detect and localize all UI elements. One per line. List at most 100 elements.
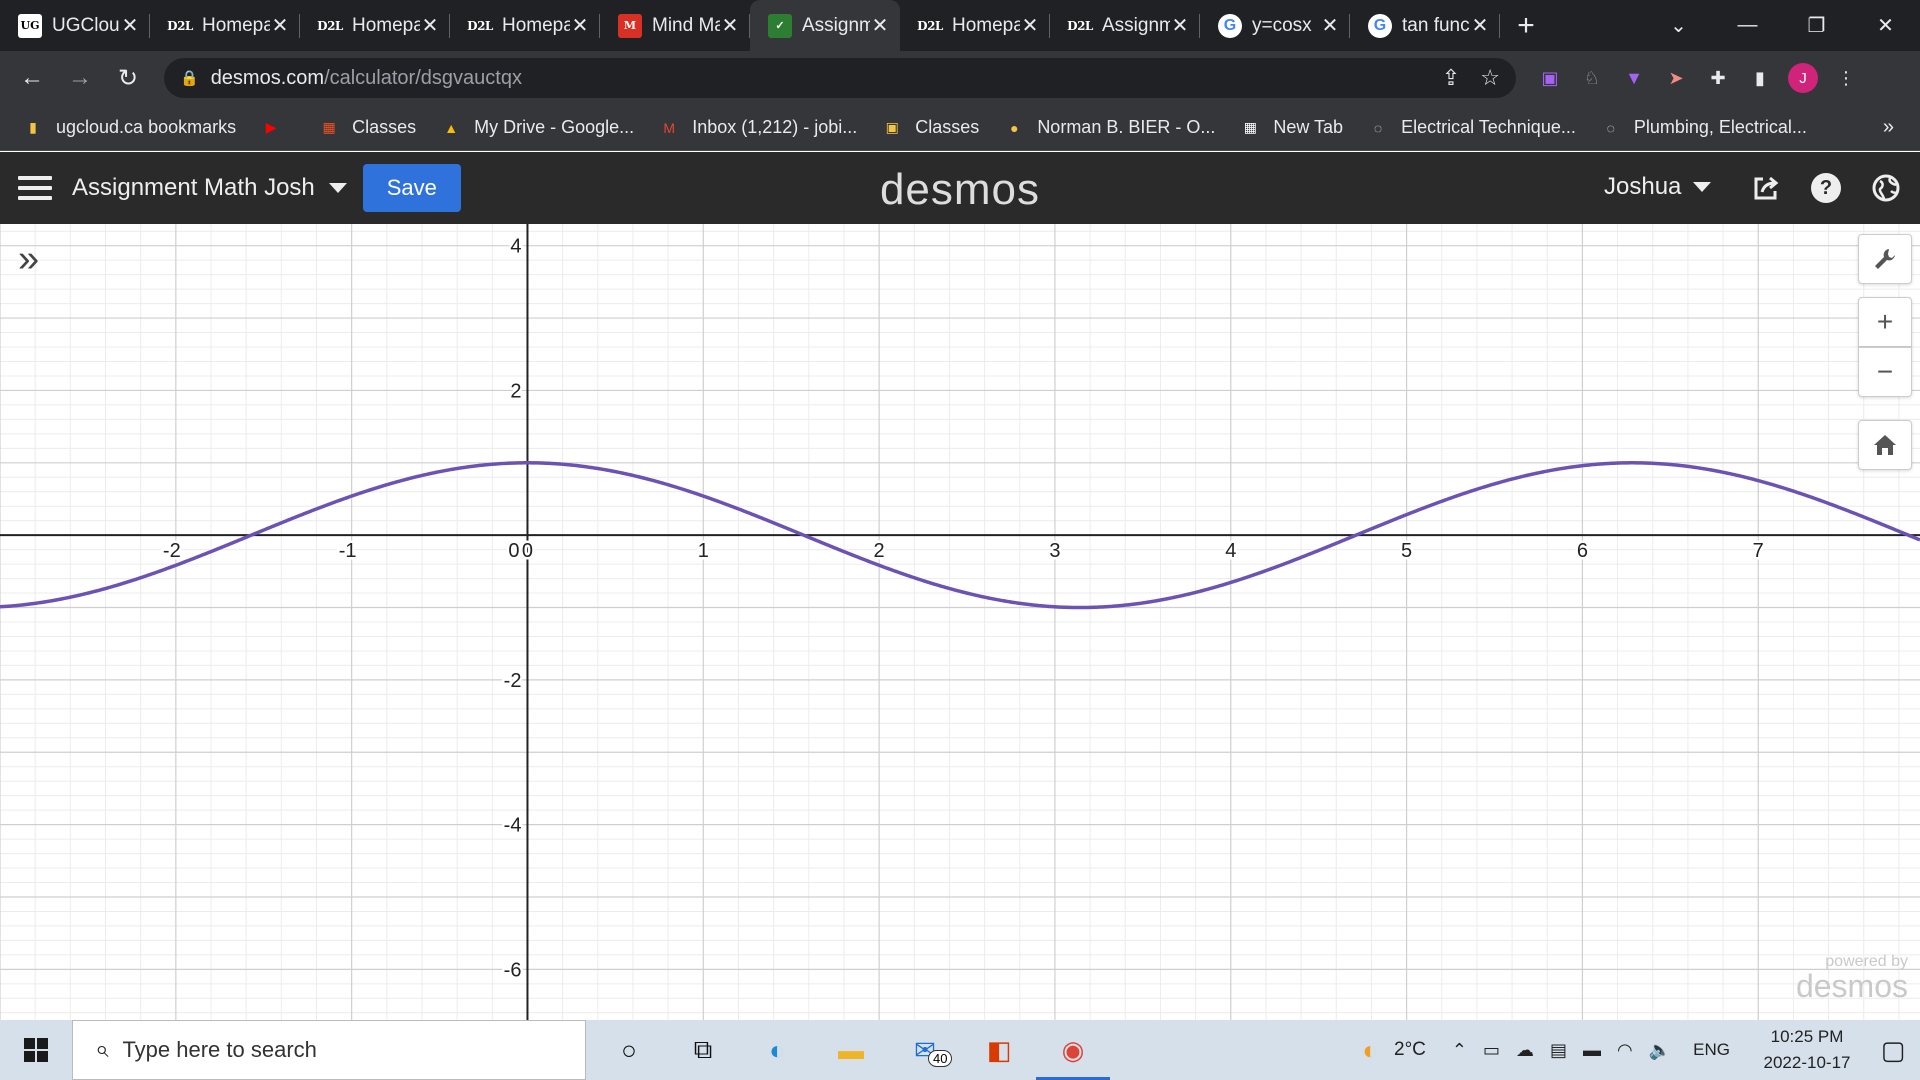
reload-button[interactable]: ↻ [104,58,152,98]
expand-expressions-icon[interactable]: » [18,240,39,278]
globe-icon[interactable] [1868,170,1904,206]
weather-icon[interactable]: ◐ [1362,1035,1378,1066]
tab-title: tan function [1402,14,1470,36]
tab-title: Homepage [202,14,270,36]
browser-tab[interactable]: D2L Assignment✕ [1050,0,1200,51]
url-path: /calculator/dsgvauctqx [324,66,522,89]
folder-icon: ▮ [29,119,37,135]
menu-icon[interactable] [18,176,52,200]
zoom-out-button[interactable]: − [1858,347,1912,397]
close-tab-icon[interactable]: ✕ [570,13,590,38]
close-tab-icon[interactable]: ✕ [720,13,740,38]
close-tab-icon[interactable]: ✕ [1020,13,1040,38]
back-button[interactable]: ← [8,58,56,98]
chevron-up-icon[interactable]: ⌃ [1452,1040,1467,1061]
bookmark-item[interactable]: ▣ Classes [881,117,980,138]
y-tick-label: -4 [504,815,522,837]
browser-tab[interactable]: Gy=cosx ✕ [1200,0,1350,51]
extensions-puzzle-icon[interactable]: ✚ [1704,64,1732,92]
lock-icon: 🔒 [180,70,199,87]
tab-title: Assignment [802,14,870,36]
chrome-app[interactable]: ◉ [1036,1020,1110,1080]
bookmark-item[interactable]: ◌ Electrical Technique... [1367,117,1576,138]
display-icon[interactable]: ▤ [1550,1040,1567,1061]
file-explorer-icon: ▬ [838,1034,864,1065]
close-tab-icon[interactable]: ✕ [420,13,440,38]
close-tab-icon[interactable]: ✕ [120,13,140,38]
mail-app[interactable]: ✉ 40 [888,1020,962,1080]
bookmark-label: ugcloud.ca bookmarks [56,117,237,137]
graph-canvas[interactable]: -2-2 -1-1 00 11 22 33 44 55 66 7700-6-6-4-4-2-222… [0,224,1920,1020]
bookmark-item[interactable]: ▦ Classes [318,117,416,138]
meet-now-icon[interactable]: ▭ [1483,1040,1500,1061]
close-tab-icon[interactable]: ✕ [270,13,290,38]
browser-tab[interactable]: UG UGCloud✕ [0,0,150,51]
wifi-icon[interactable]: ◠ [1617,1040,1633,1061]
onedrive-icon[interactable]: ☁ [1516,1040,1534,1061]
browser-tab[interactable]: ✓ Assignment✕ [750,0,900,51]
bookmarks-overflow-button[interactable]: » [1883,116,1894,139]
extension-2-icon[interactable]: ♘ [1578,64,1606,92]
chrome-menu-icon[interactable]: ⋮ [1832,64,1860,92]
browser-tab[interactable]: D2L Homepage✕ [150,0,300,51]
browser-tab[interactable]: D2L Homepage✕ [450,0,600,51]
bookmark-item[interactable]: M Inbox (1,212) - jobi... [658,117,857,138]
save-button[interactable]: Save [362,164,461,212]
edge-app[interactable]: ◐ [740,1020,814,1080]
bookmark-item[interactable]: ◌ Plumbing, Electrical... [1600,117,1807,138]
bookmark-item[interactable]: ▶ [260,118,294,138]
browser-tab[interactable]: Gtan function✕ [1350,0,1500,51]
profile-avatar[interactable]: J [1788,63,1818,93]
task-view-app[interactable]: ⧉ [666,1020,740,1080]
tab-search-button[interactable]: ⌄ [1644,0,1713,51]
bookmark-item[interactable]: ▦ New Tab [1239,117,1343,138]
help-icon[interactable]: ? [1808,170,1844,206]
share-page-icon[interactable]: ⇪ [1442,65,1460,91]
start-button[interactable] [0,1020,72,1080]
extension-4-icon[interactable]: ➤ [1662,64,1690,92]
volume-icon[interactable]: 🔈 [1649,1040,1671,1061]
close-tab-icon[interactable]: ✕ [1470,13,1490,38]
clock[interactable]: 10:25 PM 2022-10-17 [1748,1024,1866,1076]
new-tab-button[interactable]: + [1500,0,1552,51]
bookmark-label: Classes [915,117,980,137]
address-bar[interactable]: 🔒 desmos.com/calculator/dsgvauctqx ⇪ ☆ [164,58,1516,98]
bookmark-item[interactable]: ▲ My Drive - Google... [440,117,634,138]
search-icon: ⌕ [95,1036,109,1063]
browser-tab[interactable]: M Mind Map✕ [600,0,750,51]
bookmark-star-icon[interactable]: ☆ [1480,65,1500,91]
forward-button[interactable]: → [56,58,104,98]
side-panel-icon[interactable]: ▮ [1746,64,1774,92]
close-tab-icon[interactable]: ✕ [870,13,890,38]
extension-3-icon[interactable]: ▼ [1620,64,1648,92]
extension-1-icon[interactable]: ▣ [1536,64,1564,92]
clock-time: 10:25 PM [1770,1027,1844,1046]
share-graph-icon[interactable] [1748,170,1784,206]
d2l-icon: D2L [917,18,943,33]
graph-settings-button[interactable] [1858,234,1912,284]
restore-button[interactable]: ❐ [1782,0,1851,51]
windows-taskbar: ⌕ Type here to search ○ ⧉ ◐ ▬ ✉ 40 ◧ ◉ ◐ 2°C ⌃ … [0,1020,1920,1080]
file-explorer-app[interactable]: ▬ [814,1020,888,1080]
cortana-app[interactable]: ○ [592,1020,666,1080]
language-indicator[interactable]: ENG [1693,1040,1730,1060]
close-tab-icon[interactable]: ✕ [1170,13,1190,38]
graph-title[interactable]: Assignment Math Josh [72,174,315,202]
taskbar-search-box[interactable]: ⌕ Type here to search [72,1020,586,1080]
bookmark-item[interactable]: ● Norman B. BIER - O... [1003,117,1215,138]
office-app[interactable]: ◧ [962,1020,1036,1080]
battery-icon[interactable]: ▬ [1583,1040,1601,1061]
browser-tab[interactable]: D2L Homepage✕ [300,0,450,51]
bookmark-item[interactable]: ▮ ugcloud.ca bookmarks [22,117,236,138]
chevron-down-icon[interactable] [328,183,347,193]
user-menu[interactable]: Joshua [1604,173,1712,201]
zoom-in-button[interactable]: + [1858,297,1912,347]
default-viewport-button[interactable] [1858,420,1912,470]
graph-paper[interactable]: -2 -2 -1 -1 0 0 1 1 2 2 3 3 4 4 5 5 6 6 7 7 0 0 -6 -6 -4 -4 -2 -2 2 2… [0,224,1920,1020]
close-tab-icon[interactable]: ✕ [1320,13,1340,38]
close-window-button[interactable]: ✕ [1851,0,1920,51]
weather-temperature[interactable]: 2°C [1394,1039,1426,1061]
notifications-icon[interactable]: ▢ [1866,1035,1920,1066]
minimize-button[interactable]: — [1713,0,1782,51]
browser-tab[interactable]: D2L Homepage✕ [900,0,1050,51]
